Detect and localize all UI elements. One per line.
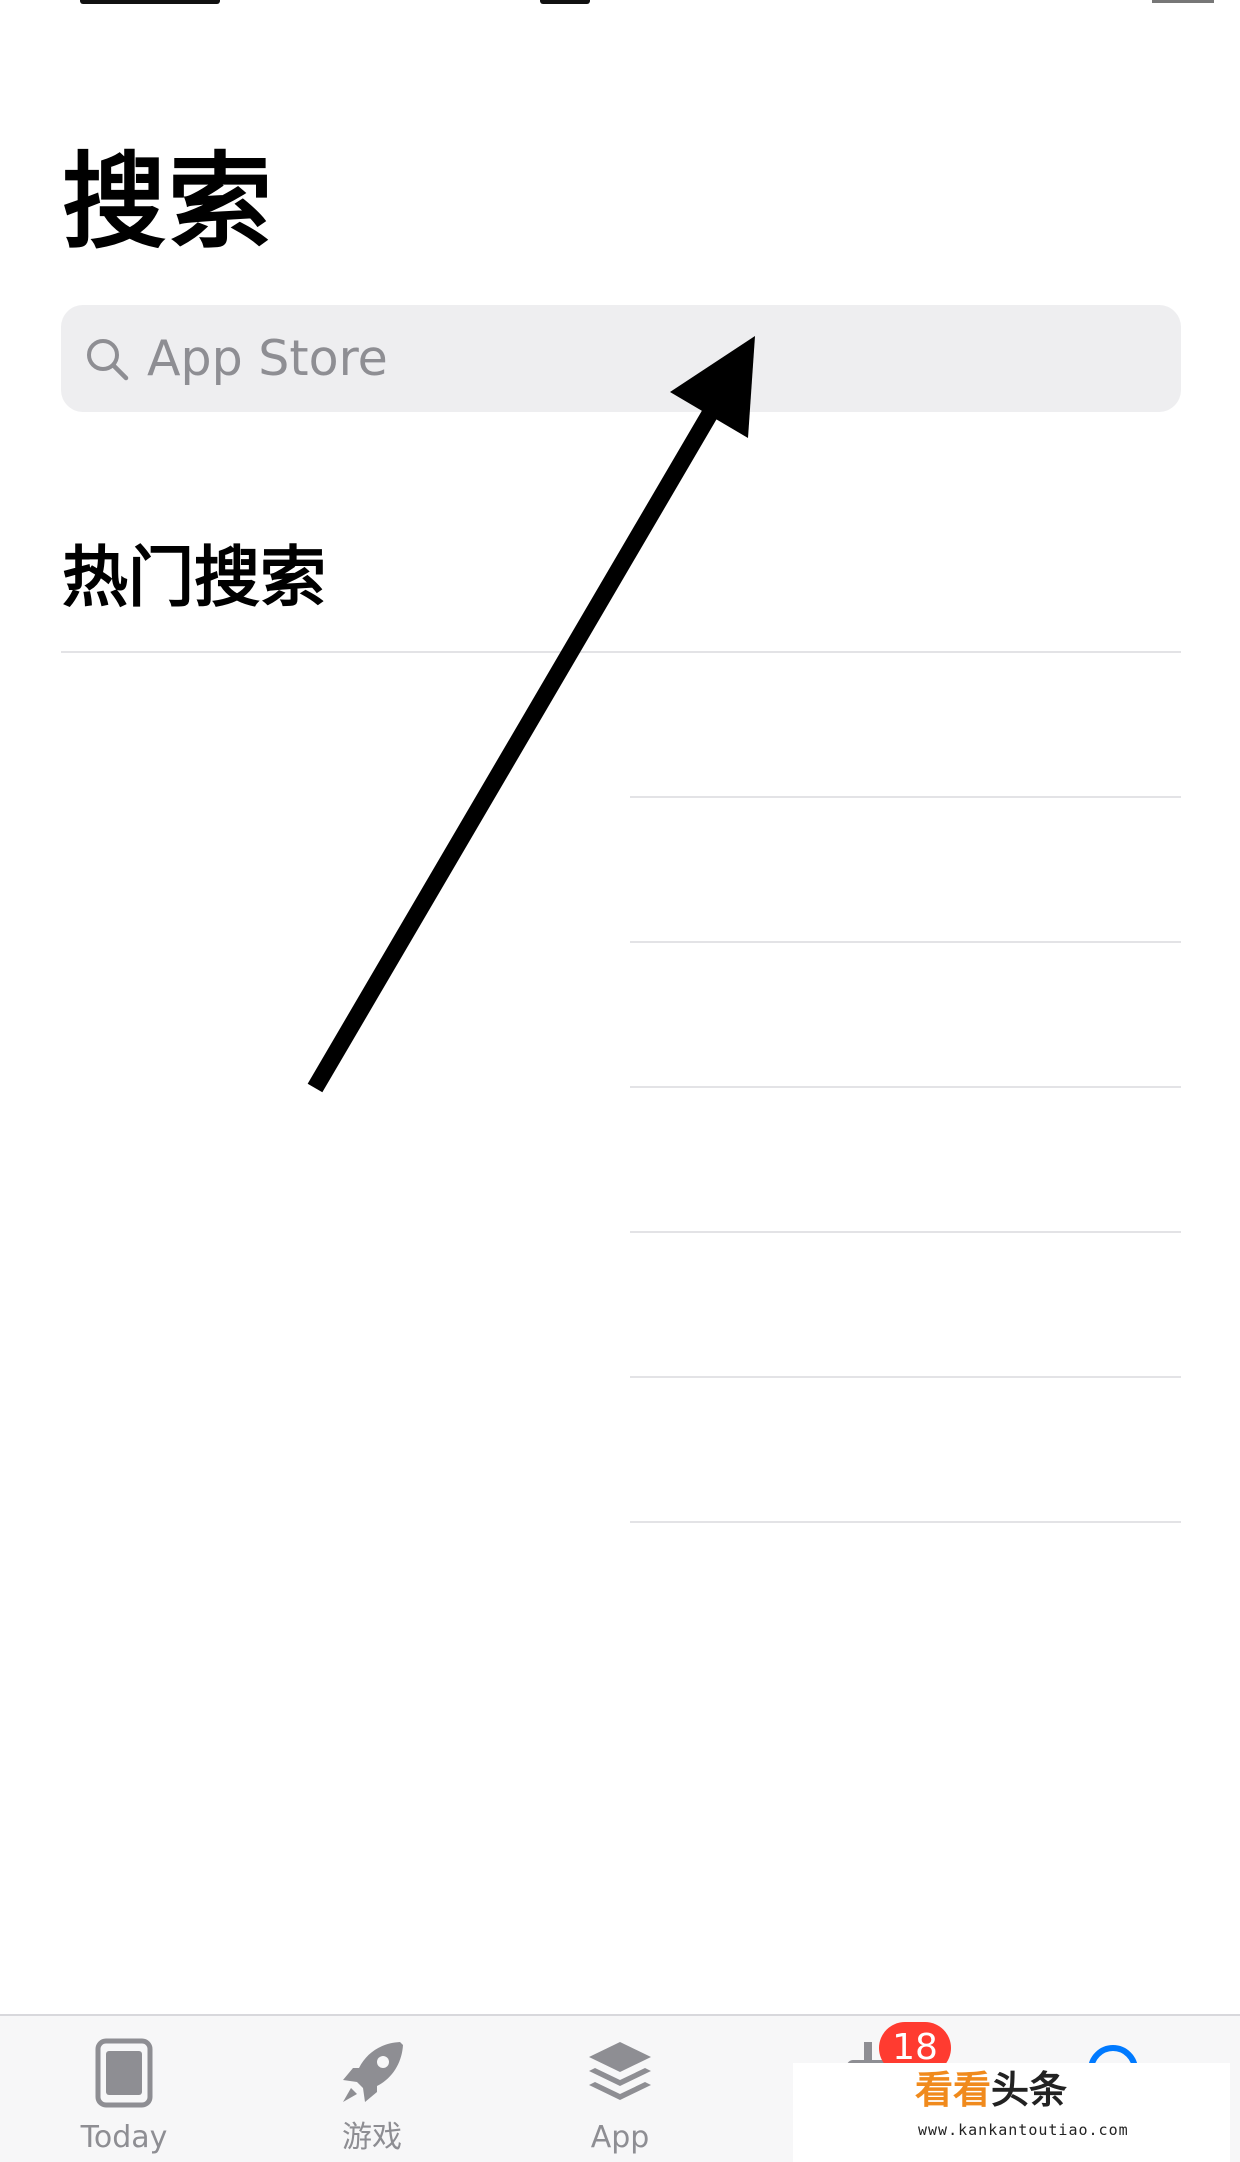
trending-row <box>0 653 1240 798</box>
status-battery-remnant <box>1152 0 1214 3</box>
tab-label: 游戏 <box>342 2120 402 2155</box>
trending-list <box>0 653 1240 1523</box>
search-bar[interactable] <box>61 305 1181 412</box>
trending-item[interactable] <box>62 1416 562 1476</box>
rocket-icon <box>343 2042 403 2102</box>
tab-apps[interactable]: App <box>496 2016 744 2162</box>
watermark-url: www.kankantoutiao.com <box>918 2121 1129 2139</box>
trending-item[interactable] <box>62 1271 562 1331</box>
trending-row <box>0 1378 1240 1523</box>
trending-item[interactable] <box>62 1126 562 1186</box>
watermark: 看看头条 www.kankantoutiao.com <box>793 2063 1230 2162</box>
trending-item[interactable] <box>630 691 1180 751</box>
trending-item[interactable] <box>630 1416 1180 1476</box>
trending-item[interactable] <box>630 1271 1180 1331</box>
trending-item[interactable] <box>62 691 562 751</box>
tab-today[interactable]: Today <box>0 2016 248 2162</box>
tab-games[interactable]: 游戏 <box>248 2016 496 2162</box>
status-time-remnant <box>540 0 590 4</box>
trending-item[interactable] <box>62 981 562 1041</box>
status-carrier-remnant <box>80 0 220 4</box>
trending-item[interactable] <box>62 836 562 896</box>
trending-row <box>0 1088 1240 1233</box>
trending-row <box>0 943 1240 1088</box>
trending-row <box>0 798 1240 943</box>
watermark-text-orange: 看看 <box>915 2068 992 2112</box>
magnifier-icon <box>87 339 129 381</box>
watermark-logo: 看看头条 <box>915 2071 1067 2109</box>
trending-heading: 热门搜索 <box>62 539 326 616</box>
layers-icon <box>589 2042 651 2100</box>
today-card-icon <box>95 2038 153 2108</box>
app-store-search-screen: 搜索 热门搜索 <box>0 0 1240 2162</box>
trending-item[interactable] <box>630 981 1180 1041</box>
tab-label: App <box>590 2120 650 2155</box>
tab-label: Today <box>80 2120 168 2155</box>
trending-row <box>0 1233 1240 1378</box>
row-divider <box>630 1521 1181 1523</box>
search-input[interactable] <box>147 305 1157 412</box>
trending-item[interactable] <box>630 836 1180 896</box>
page-title: 搜索 <box>62 141 275 263</box>
watermark-text-dark: 头条 <box>991 2068 1068 2112</box>
status-bar <box>0 0 1240 6</box>
trending-item[interactable] <box>630 1126 1180 1186</box>
